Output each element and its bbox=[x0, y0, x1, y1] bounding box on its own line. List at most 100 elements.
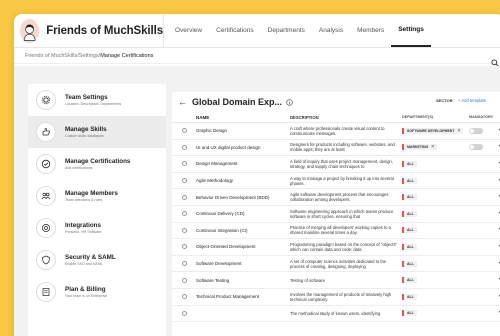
cert-name: Design Management bbox=[196, 161, 238, 167]
certificate-check-icon bbox=[36, 154, 56, 174]
cert-description: Testing of software bbox=[290, 277, 325, 283]
row-radio[interactable] bbox=[181, 244, 187, 250]
department-tag[interactable]: ALL bbox=[402, 227, 417, 234]
table-row[interactable]: Object-Oriented Development Programming … bbox=[172, 239, 500, 256]
department-tag-label: SOFTWARE DEVELOPMENT bbox=[407, 128, 455, 133]
cert-name: Software Development bbox=[196, 261, 242, 267]
brand[interactable]: Friends of MuchSkills bbox=[14, 14, 164, 47]
department-tag[interactable]: ALL bbox=[402, 210, 417, 217]
cert-name: Object-Oriented Development bbox=[196, 244, 256, 250]
table-row[interactable]: Software Development A set of computer s… bbox=[172, 256, 500, 273]
table-row[interactable]: Continous Delivery (CD) Software enginee… bbox=[172, 206, 500, 223]
sidebar-item-desc: Personio, HR Software bbox=[65, 230, 102, 234]
row-radio[interactable] bbox=[181, 227, 187, 233]
row-radio[interactable] bbox=[181, 128, 187, 134]
cert-description: Programming paradigm based on the concep… bbox=[290, 241, 398, 252]
table-row[interactable]: Design Management A field of inquiry tha… bbox=[172, 156, 500, 173]
sidebar-item-plan-billing[interactable]: Plan & Billing Your team is on Enterpris… bbox=[28, 276, 166, 308]
column-header-mandatory[interactable]: MANDATORY bbox=[465, 115, 499, 119]
gear-icon bbox=[36, 90, 56, 110]
table-row[interactable]: Continous Integration (CI) Practice of m… bbox=[172, 223, 500, 240]
row-radio[interactable] bbox=[181, 277, 187, 283]
department-tag[interactable]: ALL bbox=[402, 160, 417, 167]
cert-name: Technical Product Management bbox=[196, 294, 260, 300]
column-header-departments[interactable]: DEPARTMENT(S) bbox=[402, 115, 465, 119]
department-tag[interactable]: ALL bbox=[402, 293, 417, 300]
mandatory-toggle[interactable] bbox=[469, 144, 483, 151]
sidebar-item-manage-certifications[interactable]: Manage Certifications Add certifications bbox=[28, 148, 166, 180]
row-radio[interactable] bbox=[181, 310, 187, 316]
row-radio[interactable] bbox=[181, 144, 187, 150]
integrations-icon bbox=[36, 218, 56, 238]
sidebar-item-label: Plan & Billing bbox=[65, 286, 106, 293]
row-radio[interactable] bbox=[181, 161, 187, 167]
table-row[interactable]: Graphic Design A craft where professiona… bbox=[172, 123, 500, 140]
add-template-link[interactable]: + Add template bbox=[458, 98, 486, 103]
breadcrumb-parent[interactable]: Friends of MuchSkills/Settings/ bbox=[25, 53, 100, 59]
remove-tag-icon[interactable]: × bbox=[457, 128, 460, 133]
back-arrow-icon[interactable]: ← bbox=[178, 97, 187, 107]
skills-hand-icon bbox=[36, 122, 56, 142]
cert-name: Software Testing bbox=[196, 277, 230, 283]
row-radio[interactable] bbox=[181, 178, 187, 184]
nav-departments[interactable]: Departments bbox=[261, 14, 312, 47]
mandatory-toggle[interactable] bbox=[469, 127, 483, 134]
cert-description: A way to manage a project by breaking it… bbox=[290, 175, 394, 186]
column-header-name[interactable]: NAME bbox=[196, 115, 290, 120]
nav-overview[interactable]: Overview bbox=[168, 14, 209, 47]
remove-tag-icon[interactable]: × bbox=[431, 145, 434, 150]
sidebar-item-label: Team Settings bbox=[65, 94, 108, 101]
sidebar-item-manage-skills[interactable]: Manage Skills Custom skills databases bbox=[28, 116, 166, 148]
row-radio[interactable] bbox=[181, 211, 187, 217]
sidebar-item-integrations[interactable]: Integrations Personio, HR Software bbox=[28, 212, 166, 244]
billing-icon bbox=[36, 282, 56, 302]
cert-description: A field of inquiry that uses project man… bbox=[290, 158, 393, 169]
breadcrumb: Friends of MuchSkills/Settings/ Manage C… bbox=[14, 48, 500, 64]
table-row[interactable]: The methodical study of known users, ide… bbox=[172, 306, 500, 323]
sidebar-item-label: Manage Skills bbox=[65, 126, 107, 133]
table-row[interactable]: Agile Methodology A way to manage a proj… bbox=[172, 173, 500, 190]
table-row[interactable]: Behavior Driven Development (BDD) Agile … bbox=[172, 189, 500, 206]
department-tag[interactable]: ALL bbox=[402, 194, 417, 201]
department-tag[interactable]: ALL bbox=[402, 243, 417, 250]
table-row[interactable]: UI and UX digital product design Designe… bbox=[172, 140, 500, 157]
settings-sidebar: Team Settings Location, Description, Dep… bbox=[28, 84, 166, 336]
sidebar-item-desc: Location, Description, Departments bbox=[65, 102, 122, 106]
content-area: Team Settings Location, Description, Dep… bbox=[14, 66, 500, 336]
info-icon[interactable] bbox=[286, 93, 293, 111]
department-tag[interactable]: ALL bbox=[402, 260, 417, 267]
sidebar-item-manage-members[interactable]: Manage Members Team directions & roles bbox=[28, 180, 166, 212]
row-radio[interactable] bbox=[181, 261, 187, 267]
nav-certifications[interactable]: Certifications bbox=[209, 14, 261, 47]
department-tag: SOFTWARE DEVELOPMENT × bbox=[402, 127, 464, 134]
table-row[interactable]: Technical Product Management Involves th… bbox=[172, 289, 500, 306]
cert-description: Designers for products including softwar… bbox=[290, 142, 395, 153]
column-header-description[interactable]: DESCRIPTION bbox=[290, 115, 402, 120]
cert-description: Agile software development process that … bbox=[290, 192, 389, 203]
team-avatar bbox=[20, 18, 40, 43]
certifications-table: Graphic Design A craft where professiona… bbox=[172, 123, 500, 323]
row-radio[interactable] bbox=[181, 294, 187, 300]
sector-filter[interactable]: SECTOR bbox=[436, 98, 453, 103]
department-tag[interactable]: ALL bbox=[402, 277, 417, 284]
cert-name: Continous Integration (CI) bbox=[196, 227, 248, 233]
nav-members[interactable]: Members bbox=[350, 14, 391, 47]
cert-description: A craft where professionals create visua… bbox=[290, 125, 385, 136]
sidebar-item-desc: Add certifications bbox=[65, 166, 93, 170]
sidebar-item-security-saml[interactable]: Security & SAML Enable SSO and SAML bbox=[28, 244, 166, 276]
sidebar-item-label: Security & SAML bbox=[65, 254, 116, 261]
department-tag: MARKETING × bbox=[402, 144, 438, 151]
nav-settings[interactable]: Settings bbox=[391, 14, 431, 47]
sidebar-item-team-settings[interactable]: Team Settings Location, Description, Dep… bbox=[28, 84, 166, 116]
cert-name: Behavior Driven Development (BDD) bbox=[196, 194, 270, 200]
nav-analysis[interactable]: Analysis bbox=[312, 14, 350, 47]
department-tag[interactable]: ALL bbox=[402, 310, 417, 317]
sidebar-item-desc: Team directions & roles bbox=[65, 198, 103, 202]
row-radio[interactable] bbox=[181, 194, 187, 200]
sidebar-item-desc: Custom skills databases bbox=[65, 134, 104, 138]
page-title: Global Domain Exp... bbox=[192, 97, 283, 107]
table-row[interactable]: Software Testing Testing of software ALL… bbox=[172, 272, 500, 289]
cert-name: Graphic Design bbox=[196, 128, 228, 134]
department-tag[interactable]: ALL bbox=[402, 177, 417, 184]
cert-name: Agile Methodology bbox=[196, 178, 234, 184]
